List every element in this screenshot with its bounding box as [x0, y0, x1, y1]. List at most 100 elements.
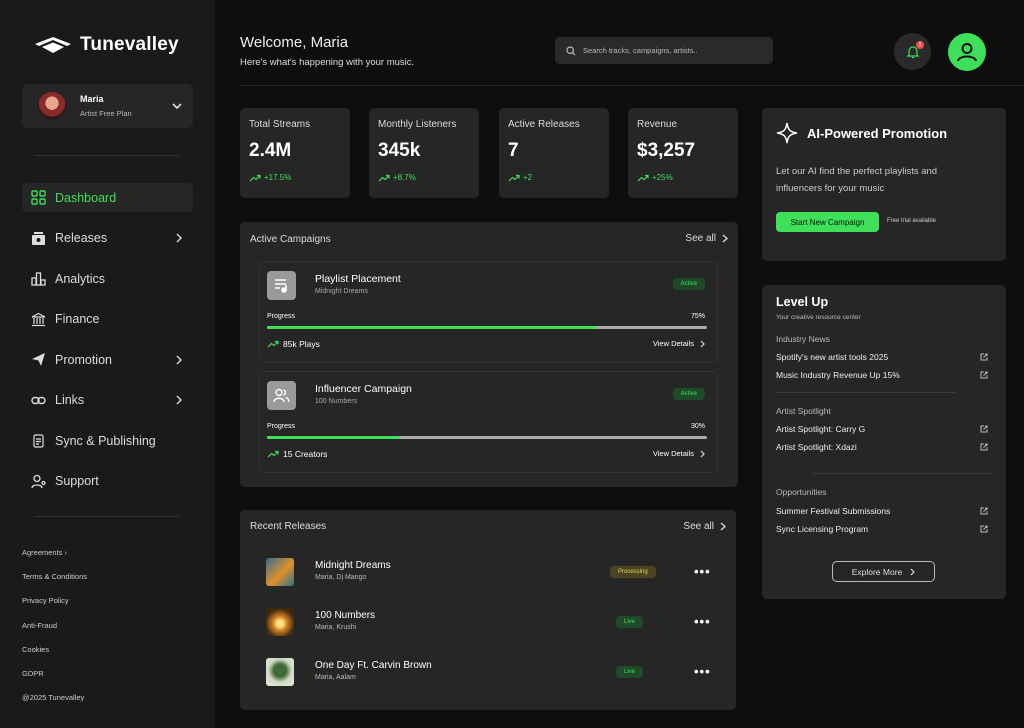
profile-button[interactable] — [948, 33, 986, 71]
sidebar-item-sync-publishing[interactable]: Sync & Publishing — [22, 426, 193, 455]
chevron-right-icon — [176, 355, 182, 364]
recent-releases-panel: Recent Releases See all Midnight Dreams … — [240, 510, 736, 710]
sidebar-item-support[interactable]: Support — [22, 467, 193, 496]
footer-link-terms[interactable]: Terms & Conditions — [22, 572, 87, 596]
resource-link[interactable]: Summer Festival Submissions — [776, 506, 988, 516]
bank-icon — [30, 311, 47, 328]
stat-delta: +2 — [508, 173, 600, 182]
document-icon — [30, 432, 47, 449]
footer-link-anti-fraud[interactable]: Anti-Fraud — [22, 621, 87, 645]
sidebar-item-label: Support — [55, 474, 99, 488]
account-switcher[interactable]: Maria Artist Free Plan — [22, 84, 193, 128]
release-row[interactable]: One Day Ft. Carvin Brown Maria, Aalam Li… — [266, 656, 726, 688]
sidebar-item-finance[interactable]: Finance — [22, 305, 193, 334]
release-row[interactable]: 100 Numbers Maria, Krushi Live ••• — [266, 606, 726, 638]
stat-label: Monthly Listeners — [378, 119, 457, 130]
resource-link[interactable]: Sync Licensing Program — [776, 524, 988, 534]
progress-bar — [267, 326, 707, 329]
sidebar-item-promotion[interactable]: Promotion — [22, 345, 193, 374]
see-all-campaigns-link[interactable]: See all — [685, 233, 728, 244]
section-title: Industry News — [776, 334, 830, 344]
stat-card-active-releases: Active Releases 7 +2 — [499, 108, 609, 198]
divider — [35, 516, 180, 517]
external-link-icon — [980, 507, 988, 515]
chevron-right-icon — [700, 340, 705, 347]
campaign-subtitle: 100 Numbers — [315, 398, 358, 405]
view-details-link[interactable]: View Details — [653, 339, 705, 348]
footer-link-agreements[interactable]: Agreements › — [22, 548, 87, 572]
stat-value: 345k — [378, 140, 421, 161]
level-up-card: Level Up Your creative resource center I… — [762, 285, 1006, 599]
release-title: Midnight Dreams — [315, 560, 391, 571]
external-link-icon — [980, 443, 988, 451]
sidebar-item-label: Sync & Publishing — [55, 433, 156, 448]
progress-label: Progress — [267, 423, 296, 430]
notification-count: 1 — [916, 41, 924, 49]
sidebar-item-links[interactable]: Links — [22, 386, 193, 415]
status-badge: Live — [616, 666, 644, 678]
footer-link-privacy[interactable]: Privacy Policy — [22, 596, 87, 620]
more-options-icon[interactable]: ••• — [694, 564, 711, 579]
release-cover — [266, 658, 294, 686]
resource-link[interactable]: Artist Spotlight: Carry G — [776, 424, 988, 434]
footer-links: Agreements › Terms & Conditions Privacy … — [22, 548, 87, 717]
panel-title: Active Campaigns — [250, 234, 331, 245]
grid-icon — [30, 189, 47, 206]
send-icon — [30, 351, 47, 368]
sparkle-icon — [776, 122, 798, 144]
release-artists: Maria, Krushi — [315, 624, 357, 631]
footer-link-gdpr[interactable]: GDPR — [22, 669, 87, 693]
stat-label: Active Releases — [508, 119, 580, 130]
sidebar-item-analytics[interactable]: Analytics — [22, 264, 193, 293]
album-icon — [30, 230, 47, 247]
release-artists: Maria, Dj Mango — [315, 574, 367, 581]
start-campaign-button[interactable]: Start New Campaign — [776, 212, 879, 232]
playlist-icon — [267, 271, 296, 300]
card-description: Let our AI find the perfect playlists an… — [776, 166, 938, 194]
section-title: Opportunities — [776, 487, 827, 497]
more-options-icon[interactable]: ••• — [694, 664, 711, 679]
chevron-down-icon — [172, 103, 182, 110]
sidebar-item-label: Promotion — [55, 352, 112, 367]
footer-link-cookies[interactable]: Cookies — [22, 645, 87, 669]
link-icon — [30, 392, 47, 409]
logo[interactable]: Tunevalley — [34, 34, 179, 56]
ai-promotion-card: AI-Powered Promotion Let our AI find the… — [762, 108, 1006, 261]
notifications-button[interactable]: 1 — [894, 33, 931, 70]
page-title: Welcome, Maria — [240, 34, 349, 51]
stat-card-total-streams: Total Streams 2.4M +17.5% — [240, 108, 350, 198]
search-input[interactable] — [583, 46, 763, 55]
explore-more-button[interactable]: Explore More — [832, 561, 935, 582]
campaign-card[interactable]: Playlist Placement Midnight Dreams Activ… — [259, 261, 718, 363]
view-details-link[interactable]: View Details — [653, 449, 705, 458]
divider — [776, 392, 956, 393]
external-link-icon — [980, 371, 988, 379]
trend-up-icon — [637, 174, 649, 181]
app-name: Tunevalley — [80, 34, 179, 55]
sidebar-item-dashboard[interactable]: Dashboard — [22, 183, 193, 212]
stat-card-revenue: Revenue $3,257 +25% — [628, 108, 738, 198]
section-title: Artist Spotlight — [776, 406, 831, 416]
search-bar[interactable] — [555, 37, 773, 64]
more-options-icon[interactable]: ••• — [694, 614, 711, 629]
stat-value: 7 — [508, 140, 519, 161]
resource-link[interactable]: Spotify's new artist tools 2025 — [776, 352, 988, 362]
card-title: Level Up — [776, 295, 829, 309]
see-all-releases-link[interactable]: See all — [683, 521, 726, 532]
stat-value: 2.4M — [249, 140, 292, 161]
user-icon — [957, 43, 977, 62]
campaign-title: Influencer Campaign — [315, 383, 412, 395]
chevron-right-icon — [176, 233, 182, 243]
resource-link[interactable]: Artist Spotlight: Xdazi — [776, 442, 988, 452]
sidebar-item-releases[interactable]: Releases — [22, 224, 193, 253]
support-icon — [30, 473, 47, 490]
progress-label: Progress — [267, 313, 296, 320]
stat-value: $3,257 — [637, 140, 696, 161]
trend-up-icon — [378, 174, 390, 181]
release-title: 100 Numbers — [315, 610, 376, 621]
release-row[interactable]: Midnight Dreams Maria, Dj Mango Processi… — [266, 556, 726, 588]
app: Tunevalley Maria Artist Free Plan Dashbo… — [0, 0, 1024, 728]
campaign-card[interactable]: Influencer Campaign 100 Numbers Active P… — [259, 371, 718, 473]
logo-icon — [35, 37, 71, 53]
resource-link[interactable]: Music Industry Revenue Up 15% — [776, 370, 988, 380]
